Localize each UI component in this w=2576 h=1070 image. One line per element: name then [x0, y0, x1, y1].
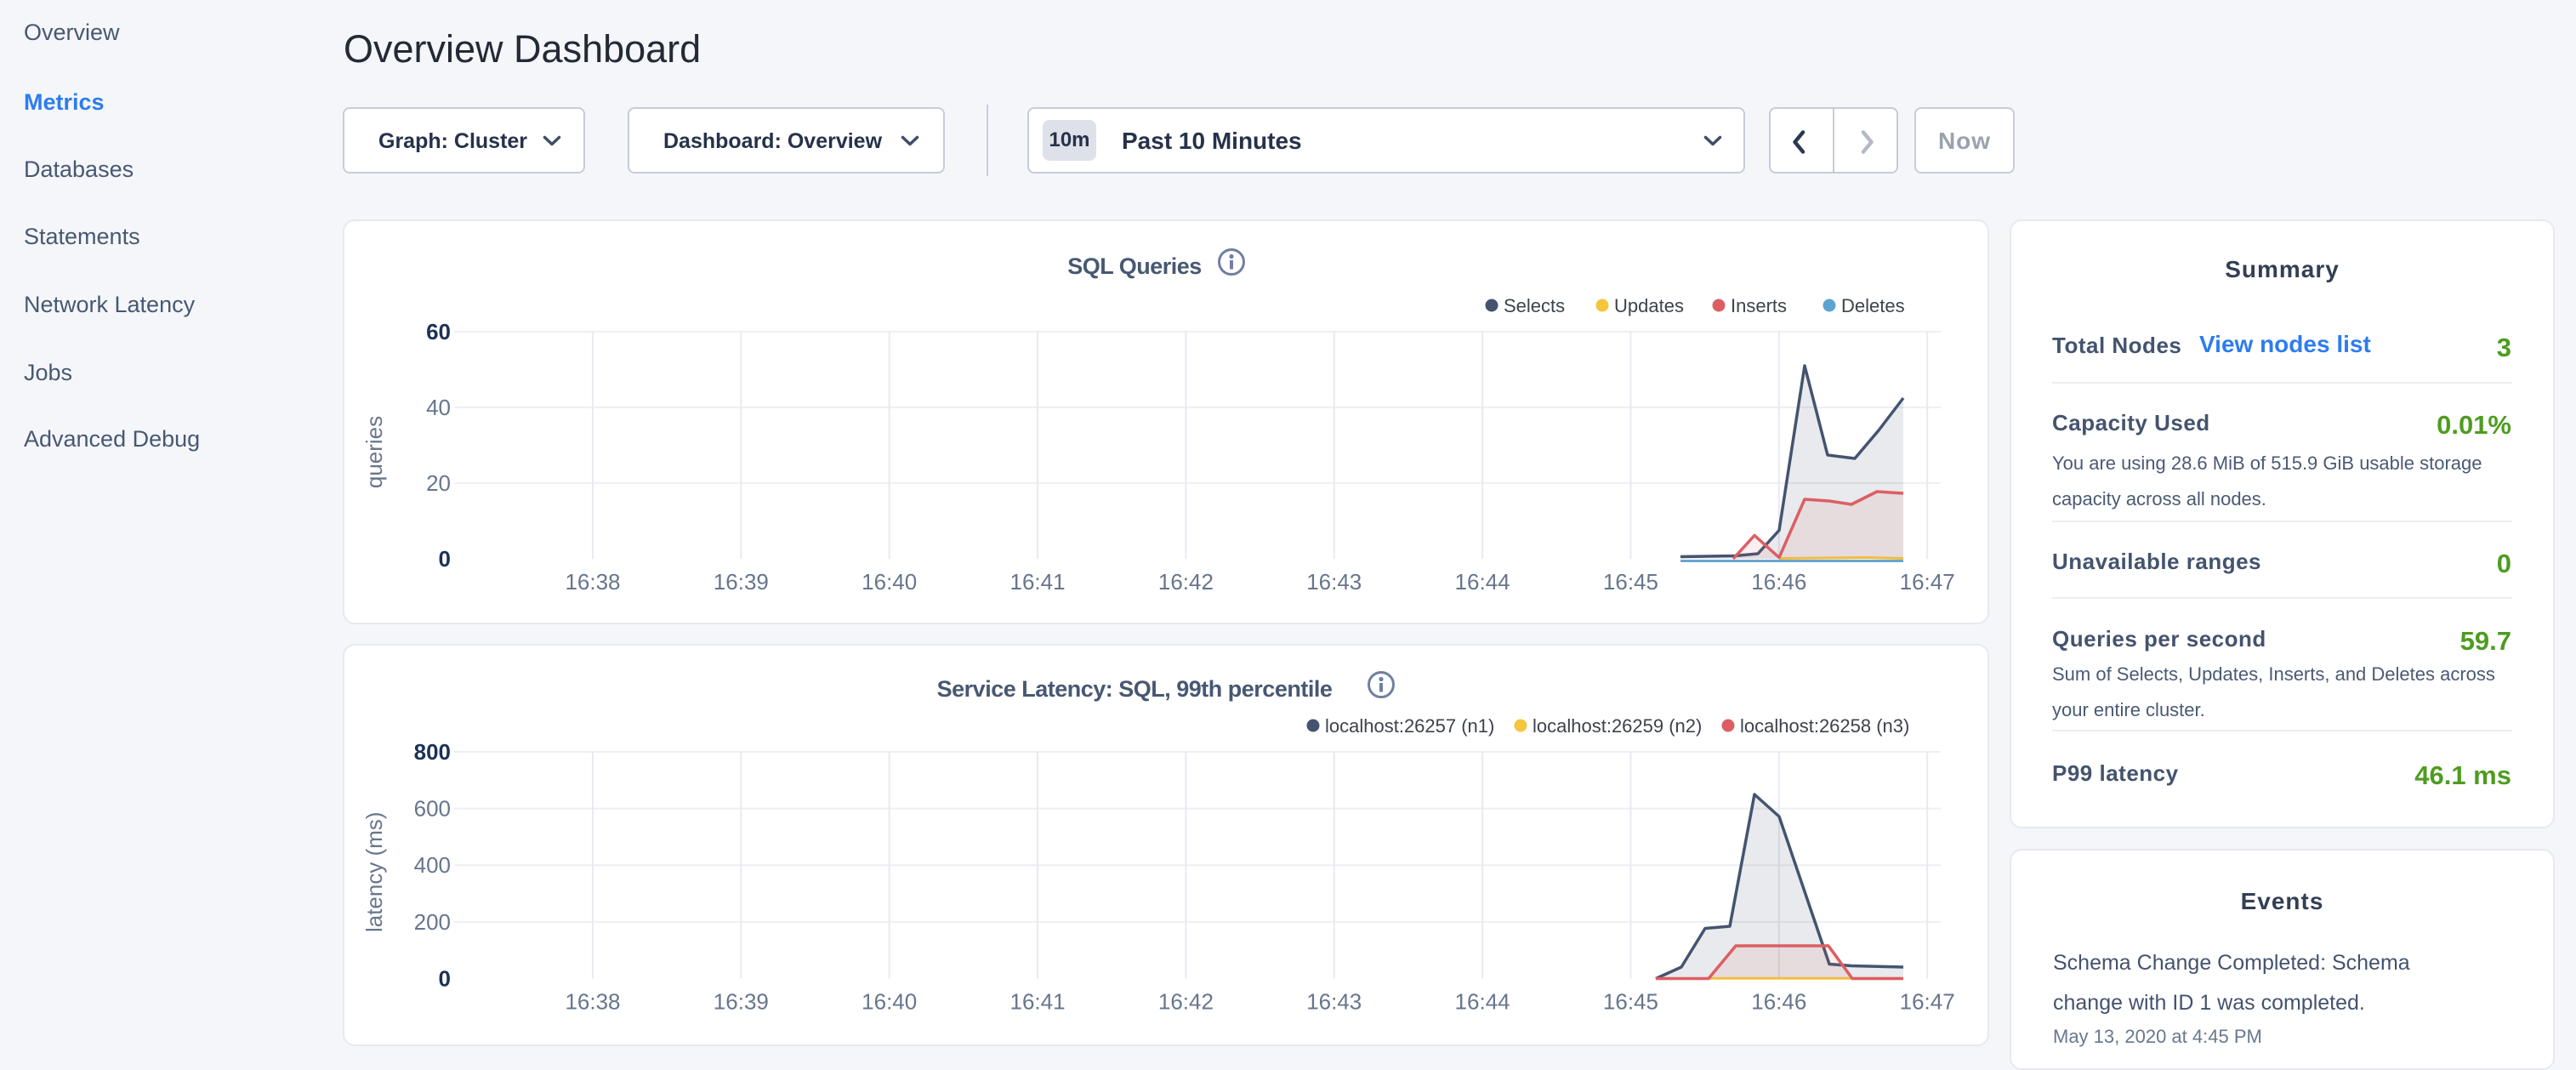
svg-text:16:47: 16:47 — [1900, 989, 1955, 1015]
svg-text:0: 0 — [439, 546, 451, 572]
svg-text:Service Latency: SQL, 99th per: Service Latency: SQL, 99th percentile — [937, 676, 1333, 702]
svg-text:localhost:26258 (n3): localhost:26258 (n3) — [1740, 715, 1909, 737]
svg-text:16:45: 16:45 — [1603, 989, 1658, 1015]
svg-text:Deletes: Deletes — [1841, 295, 1905, 316]
svg-text:16:44: 16:44 — [1455, 989, 1510, 1015]
svg-text:16:41: 16:41 — [1010, 989, 1066, 1015]
svg-text:Updates: Updates — [1614, 295, 1684, 316]
svg-text:400: 400 — [414, 852, 451, 878]
svg-text:16:43: 16:43 — [1306, 989, 1362, 1015]
svg-text:40: 40 — [426, 395, 451, 420]
svg-text:800: 800 — [414, 739, 451, 765]
svg-text:16:46: 16:46 — [1751, 989, 1806, 1015]
svg-text:600: 600 — [414, 796, 451, 822]
svg-text:16:42: 16:42 — [1158, 989, 1214, 1015]
svg-text:Selects: Selects — [1504, 295, 1565, 316]
svg-text:16:45: 16:45 — [1603, 569, 1658, 595]
svg-text:16:40: 16:40 — [862, 989, 917, 1015]
svg-text:Inserts: Inserts — [1731, 295, 1787, 316]
svg-text:16:46: 16:46 — [1751, 569, 1806, 595]
svg-text:localhost:26259 (n2): localhost:26259 (n2) — [1533, 715, 1702, 737]
svg-text:200: 200 — [414, 909, 451, 935]
svg-text:latency (ms): latency (ms) — [361, 811, 387, 932]
svg-text:60: 60 — [426, 319, 451, 344]
svg-text:16:41: 16:41 — [1010, 569, 1066, 595]
svg-text:0: 0 — [439, 966, 451, 992]
svg-text:16:39: 16:39 — [714, 989, 769, 1015]
svg-text:16:42: 16:42 — [1158, 569, 1214, 595]
svg-text:SQL Queries: SQL Queries — [1067, 253, 1202, 279]
svg-text:20: 20 — [426, 470, 451, 496]
svg-text:16:38: 16:38 — [565, 569, 620, 595]
svg-text:16:39: 16:39 — [714, 569, 769, 595]
svg-text:16:40: 16:40 — [862, 569, 917, 595]
svg-text:16:44: 16:44 — [1455, 569, 1510, 595]
svg-text:16:38: 16:38 — [565, 989, 620, 1015]
svg-text:16:47: 16:47 — [1900, 569, 1955, 595]
svg-text:localhost:26257 (n1): localhost:26257 (n1) — [1325, 715, 1494, 737]
svg-text:16:43: 16:43 — [1306, 569, 1362, 595]
svg-text:queries: queries — [361, 416, 387, 488]
